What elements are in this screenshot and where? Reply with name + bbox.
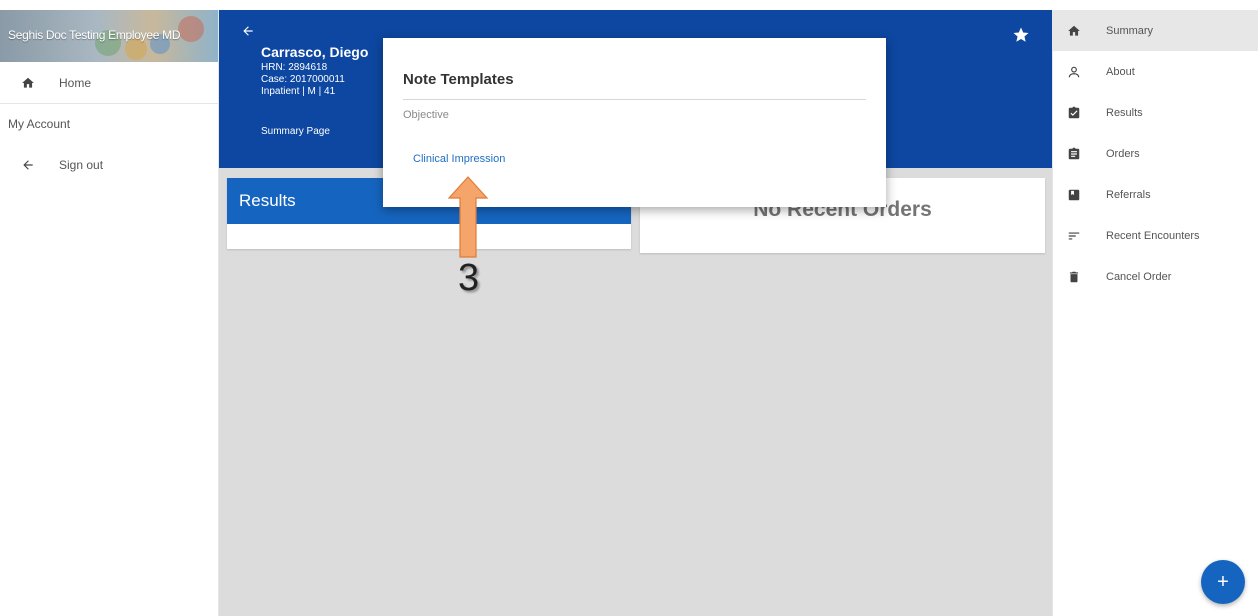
patient-status: Inpatient | M | 41	[261, 86, 336, 97]
right-nav-summary-label: Summary	[1106, 24, 1154, 37]
right-nav-about-label: About	[1106, 65, 1135, 78]
bookmark-box-icon	[1067, 188, 1081, 202]
patient-hrn: HRN: 2894618	[261, 62, 328, 73]
annotation-number: 3	[458, 257, 480, 299]
person-icon	[1067, 65, 1081, 79]
nav-my-account-label: My Account	[8, 117, 71, 131]
right-nav-cancel-order-label: Cancel Order	[1106, 270, 1172, 283]
sort-lines-icon	[1067, 229, 1081, 243]
trash-icon	[1067, 270, 1081, 284]
star-icon[interactable]	[1012, 26, 1030, 49]
app-page: Seghis Doc Testing Employee MD Home My A…	[0, 0, 1258, 616]
nav-sign-out[interactable]: Sign out	[0, 144, 218, 186]
page-label: Summary Page	[261, 126, 330, 137]
modal-section-label: Objective	[403, 109, 449, 121]
nav-home-label: Home	[59, 75, 92, 90]
left-nav: Seghis Doc Testing Employee MD Home My A…	[0, 10, 219, 616]
nav-my-account[interactable]: My Account	[0, 104, 218, 144]
clipboard-list-icon	[1067, 147, 1081, 161]
patient-case: Case: 2017000011	[261, 74, 345, 85]
main-content: Carrasco, Diego HRN: 2894618 Case: 20170…	[219, 10, 1052, 616]
clinical-impression-link[interactable]: Clinical Impression	[413, 153, 505, 165]
right-nav-orders[interactable]: Orders	[1053, 133, 1258, 174]
home-icon	[1067, 24, 1081, 38]
right-nav-results[interactable]: Results	[1053, 92, 1258, 133]
back-arrow-icon[interactable]	[241, 24, 255, 43]
modal-divider	[403, 99, 866, 100]
right-nav-recent-encounters-label: Recent Encounters	[1106, 229, 1200, 242]
right-nav-orders-label: Orders	[1106, 147, 1140, 160]
clipboard-check-icon	[1067, 106, 1081, 120]
user-name[interactable]: Seghis Doc Testing Employee MD	[8, 28, 181, 42]
modal-title: Note Templates	[403, 71, 514, 88]
right-nav-results-label: Results	[1106, 106, 1143, 119]
home-icon	[21, 76, 35, 90]
patient-name: Carrasco, Diego	[261, 44, 369, 60]
right-nav-about[interactable]: About	[1053, 51, 1258, 92]
arrow-left-icon	[21, 158, 35, 172]
nav-home[interactable]: Home	[0, 62, 218, 104]
right-nav-referrals-label: Referrals	[1106, 188, 1151, 201]
user-banner: Seghis Doc Testing Employee MD	[0, 10, 218, 62]
right-nav-referrals[interactable]: Referrals	[1053, 174, 1258, 215]
right-nav: Summary About Results Orders Referrals R…	[1052, 10, 1258, 616]
right-nav-summary[interactable]: Summary	[1053, 10, 1258, 51]
annotation-arrow-icon	[448, 176, 488, 258]
nav-sign-out-label: Sign out	[59, 158, 104, 172]
right-nav-recent-encounters[interactable]: Recent Encounters	[1053, 215, 1258, 256]
right-nav-cancel-order[interactable]: Cancel Order	[1053, 256, 1258, 297]
add-fab-button[interactable]: +	[1201, 560, 1245, 604]
